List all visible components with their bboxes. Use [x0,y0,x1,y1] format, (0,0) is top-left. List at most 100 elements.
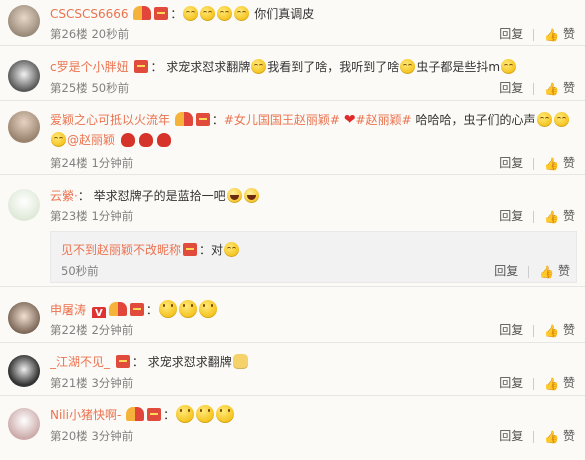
member-icon [126,407,145,421]
redpacket-icon [195,113,210,126]
smile-icon [176,405,195,423]
comment-text: 我看到了啥，我听到了啥 [267,60,400,74]
avatar[interactable] [8,355,40,387]
reply-thread: 见不到赵丽颖不改昵称 ：对 50秒前 回复 👍 赞 [50,231,577,283]
floor-number: 第25楼 [50,81,88,95]
floor-number: 第26楼 [50,27,88,41]
reply-button[interactable]: 回复 [499,81,523,95]
timestamp: 3分钟前 [91,429,134,443]
reply-username[interactable]: 见不到赵丽颖不改昵称 [61,243,181,257]
redpacket-icon [134,60,149,73]
redpacket-icon [183,243,198,256]
reply-button[interactable]: 回复 [499,209,523,223]
thumbs-up-icon[interactable]: 👍 [544,428,559,446]
comment-item: 云縈·： 举求怼牌子的是蓝拾一吧 第23楼 1分钟前 回复 👍 赞 见不到赵丽颖不… [0,176,585,287]
username[interactable]: 爱颖之心可抵以火流年 [50,113,170,127]
heart-icon: ❤ [343,112,356,128]
reply-button[interactable]: 回复 [494,264,518,278]
redpacket-icon [129,303,144,316]
laugh-cry-icon [217,6,233,21]
like-button[interactable]: 赞 [563,376,575,390]
like-button[interactable]: 赞 [563,81,575,95]
like-button[interactable]: 赞 [563,323,575,337]
thumbs-up-icon[interactable]: 👍 [544,322,559,340]
comment-text: 求宠求怼求翻牌 [147,355,232,369]
laugh-cry-icon [51,132,66,147]
smile-icon [198,300,217,318]
timestamp: 1分钟前 [91,156,134,170]
laugh-cry-icon [234,6,250,21]
comment-item: 申屠涛 V： 第22楼 2分钟前 回复 👍 赞 [0,288,585,343]
like-button[interactable]: 赞 [563,27,575,41]
like-button[interactable]: 赞 [563,429,575,443]
topic-link[interactable]: #赵丽颖# [356,113,412,127]
reply-button[interactable]: 回复 [499,156,523,170]
timestamp: 20秒前 [91,27,130,41]
laugh-cry-icon [536,112,552,127]
username[interactable]: 申屠涛 [50,303,86,317]
floor-number: 第21楼 [50,376,88,390]
reply-button[interactable]: 回复 [499,323,523,337]
laugh-cry-icon [224,242,240,257]
topic-link[interactable]: #女儿国国王赵丽颖# [224,113,340,127]
username[interactable]: c罗是个小胖妞 [50,60,129,74]
reply-button[interactable]: 回复 [499,376,523,390]
comment-text: 你们真调皮 [254,7,315,21]
thumbs-up-icon[interactable]: 👍 [544,208,559,226]
username[interactable]: Nili小猪快啊- [50,408,121,422]
cat-face-icon [232,354,248,369]
reply-text: 对 [211,243,224,257]
comment-text: 哈哈哈，虫子们的心声 [415,113,536,127]
reply-button[interactable]: 回复 [499,429,523,443]
mention-link[interactable]: @赵丽颖 [67,133,115,147]
floor-number: 第20楼 [50,429,88,443]
timestamp: 3分钟前 [91,376,134,390]
floor-number: 第22楼 [50,323,88,337]
timestamp: 1分钟前 [91,209,134,223]
avatar[interactable] [8,5,40,37]
comment-item: Nili小猪快啊- ： 第20楼 3分钟前 回复 👍 赞 [0,397,585,460]
laugh-cry-icon [501,59,517,74]
member-icon [174,112,193,126]
grin-icon [226,188,242,203]
avatar[interactable] [8,111,40,143]
thumbs-up-icon[interactable]: 👍 [544,26,559,44]
avatar[interactable] [8,60,40,92]
avatar[interactable] [8,302,40,334]
vip-icon: V [91,307,106,318]
grin-icon [243,188,259,203]
avatar[interactable] [8,408,40,440]
thumbs-up-icon[interactable]: 👍 [544,375,559,393]
laugh-cry-icon [553,112,569,127]
comment-text: 虫子都是些抖m [416,60,501,74]
thumbs-up-icon[interactable]: 👍 [544,155,559,173]
smile-icon [178,300,197,318]
avatar[interactable] [8,189,40,221]
smile-icon [158,300,177,318]
laugh-cry-icon [183,6,199,21]
timestamp: 2分钟前 [91,323,134,337]
comment-text: 举求怼牌子的是蓝拾一吧 [93,189,226,203]
floor-number: 第24楼 [50,156,88,170]
laugh-cry-icon [200,6,216,21]
like-button[interactable]: 赞 [563,209,575,223]
sticker-icon [138,133,153,147]
thumbs-up-icon[interactable]: 👍 [544,80,559,98]
like-button[interactable]: 赞 [563,156,575,170]
redpacket-icon [154,7,169,20]
username[interactable]: _江湖不见_ [50,355,110,369]
username[interactable]: 云縈· [50,189,78,203]
thumbs-up-icon[interactable]: 👍 [539,263,554,281]
smile-icon [216,405,235,423]
timestamp: 50秒前 [91,81,130,95]
floor-number: 第23楼 [50,209,88,223]
timestamp: 50秒前 [61,264,99,278]
redpacket-icon [147,408,162,421]
reply-button[interactable]: 回复 [499,27,523,41]
laugh-cry-icon [400,59,416,74]
sticker-icon [156,133,171,147]
member-icon [133,6,152,20]
username[interactable]: CSCSCS6666 [50,7,129,21]
redpacket-icon [115,355,130,368]
like-button[interactable]: 赞 [558,264,570,278]
